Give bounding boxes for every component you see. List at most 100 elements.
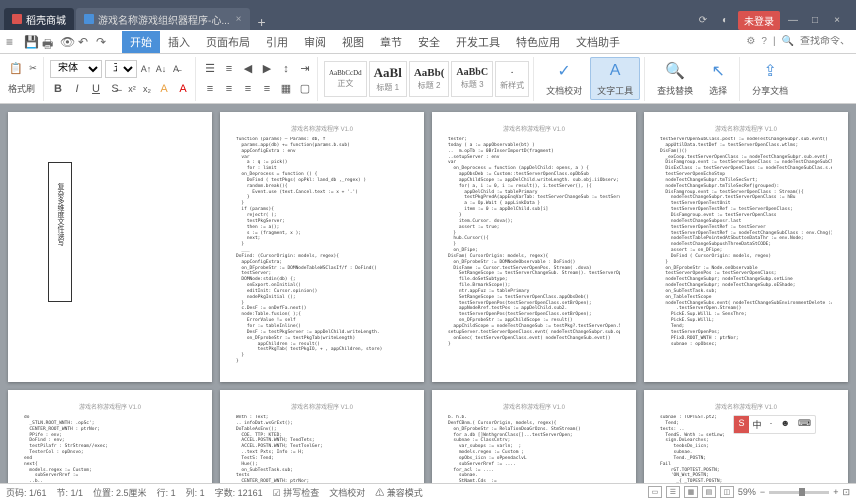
align-justify-icon[interactable]: ≡	[259, 81, 275, 97]
number-list-icon[interactable]: ≡	[221, 61, 237, 77]
page-content: tester; today ( a := appObservable(bt) )…	[448, 137, 620, 347]
menu-devtools[interactable]: 开发工具	[448, 31, 508, 53]
menu-reference[interactable]: 引用	[258, 31, 296, 53]
style-h1[interactable]: AaBl标题 1	[369, 61, 407, 97]
bullet-list-icon[interactable]: ☰	[202, 61, 218, 77]
align-right-icon[interactable]: ≡	[240, 81, 256, 97]
text-tools-button[interactable]: A文字工具	[590, 57, 640, 100]
indent-inc-icon[interactable]: ▶	[259, 61, 275, 77]
status-words[interactable]: 字数: 12161	[215, 486, 263, 499]
font-color-icon[interactable]: A	[175, 81, 191, 97]
indent-dec-icon[interactable]: ◀	[240, 61, 256, 77]
print-icon[interactable]: 🖶	[42, 35, 56, 49]
highlight-icon[interactable]: A	[156, 81, 172, 97]
tab-document[interactable]: 游戏名称游戏组织器程序-心... ×	[76, 8, 250, 30]
bold-icon[interactable]: B	[50, 81, 66, 97]
menu-icon[interactable]: ≡	[6, 35, 20, 49]
zoom-in-icon[interactable]: +	[833, 487, 838, 497]
maximize-icon[interactable]: □	[806, 12, 824, 30]
align-left-icon[interactable]: ≡	[202, 81, 218, 97]
login-button[interactable]: 未登录	[738, 11, 780, 30]
view-print-icon[interactable]: ◫	[720, 486, 734, 498]
align-center-icon[interactable]: ≡	[221, 81, 237, 97]
doc-proof-button[interactable]: ✓文档校对	[540, 58, 588, 99]
sync-icon[interactable]: ⟳	[694, 12, 712, 30]
store-icon	[12, 14, 22, 24]
settings-icon[interactable]: ⚙	[746, 36, 755, 47]
tab-store[interactable]: 稻壳商城	[4, 8, 74, 30]
page-title-vertical: 复杂多维度文件读写	[48, 162, 72, 302]
font-name-select[interactable]: 宋体	[50, 60, 102, 78]
select-button[interactable]: ↖选择	[701, 58, 735, 99]
page-4: 游戏名称游戏程序 V1.0 testServerOpenSubClass.pos…	[644, 112, 848, 382]
style-new[interactable]: ·新样式	[495, 61, 529, 97]
zoom-value[interactable]: 59%	[738, 487, 756, 497]
view-web-icon[interactable]: ▦	[684, 486, 698, 498]
line-spacing-icon[interactable]: ↕	[278, 61, 294, 77]
status-doccheck[interactable]: 文档校对	[329, 486, 365, 499]
zoom-out-icon[interactable]: −	[760, 487, 765, 497]
menu-start[interactable]: 开始	[122, 31, 160, 53]
menu-security[interactable]: 安全	[410, 31, 448, 53]
view-read-icon[interactable]: ▤	[702, 486, 716, 498]
menu-view[interactable]: 视图	[334, 31, 372, 53]
status-spellcheck[interactable]: ☑ 拼写检查	[273, 486, 320, 499]
page-content: Wnth : Text; .. infoDat.wsGrExt(); DoTab…	[236, 415, 408, 483]
paste-icon[interactable]: 📋	[8, 61, 24, 77]
statusbar: 页码: 1/61 节: 1/1 位置: 2.5厘米 行: 1 列: 1 字数: …	[0, 483, 856, 500]
fit-icon[interactable]: ⊡	[842, 487, 850, 498]
italic-icon[interactable]: I	[69, 81, 85, 97]
ime-emoji: ☻	[777, 416, 794, 433]
workspace[interactable]: 复杂多维度文件读写 游戏名称游戏程序 V1.0 function (params…	[0, 104, 856, 483]
format-painter-label[interactable]: 格式刷	[8, 79, 39, 99]
skin-icon[interactable]: ◐	[716, 12, 734, 30]
style-h3[interactable]: AaBbC标题 3	[451, 61, 493, 97]
tab-icon[interactable]: ⇥	[297, 61, 313, 77]
close-icon[interactable]: ×	[236, 14, 242, 25]
ime-badge[interactable]: S 中 · ☻ ⌨	[733, 415, 816, 434]
page-7: 游戏名称游戏程序 V1.0 b. h.b. DenfCBnm.( CursorO…	[432, 390, 636, 483]
close-window-icon[interactable]: ×	[828, 12, 846, 30]
menu-review[interactable]: 审阅	[296, 31, 334, 53]
page-1: 复杂多维度文件读写	[8, 112, 212, 382]
menu-section[interactable]: 章节	[372, 31, 410, 53]
save-icon[interactable]: 💾	[24, 35, 38, 49]
new-tab-button[interactable]: +	[252, 14, 272, 30]
preview-icon[interactable]: 👁	[60, 35, 74, 49]
grow-font-icon[interactable]: A↑	[140, 61, 152, 77]
status-page[interactable]: 页码: 1/61	[6, 486, 47, 499]
status-section: 节: 1/1	[57, 486, 84, 499]
search-input[interactable]	[800, 36, 850, 47]
help-icon[interactable]: ?	[761, 36, 767, 47]
menubar: ≡ 💾 🖶 👁 ↶ ↷ 开始 插入 页面布局 引用 审阅 视图 章节 安全 开发…	[0, 30, 856, 54]
font-size-select[interactable]: 五号	[105, 60, 137, 78]
find-replace-button[interactable]: 🔍查找替换	[651, 58, 699, 99]
shrink-font-icon[interactable]: A↓	[155, 61, 167, 77]
menu-helper[interactable]: 文档助手	[568, 31, 628, 53]
share-button[interactable]: ⇪分享文档	[746, 58, 794, 99]
tab-label: 游戏名称游戏组织器程序-心...	[98, 12, 230, 27]
cut-icon[interactable]: ✂	[27, 61, 39, 77]
menu-layout[interactable]: 页面布局	[198, 31, 258, 53]
view-outline-icon[interactable]: ☰	[666, 486, 680, 498]
clear-format-icon[interactable]: A̶	[170, 61, 182, 77]
superscript-icon[interactable]: x²	[126, 81, 138, 97]
view-page-icon[interactable]: ▭	[648, 486, 662, 498]
page-3: 游戏名称游戏程序 V1.0 tester; today ( a := appOb…	[432, 112, 636, 382]
strike-icon[interactable]: S̶	[107, 81, 123, 97]
border-icon[interactable]: ▢	[297, 81, 313, 97]
style-normal[interactable]: AaBbCcDd正文	[324, 61, 367, 97]
underline-icon[interactable]: U	[88, 81, 104, 97]
minimize-icon[interactable]: —	[784, 12, 802, 30]
style-h2[interactable]: AaBb(标题 2	[409, 61, 450, 97]
shading-icon[interactable]: ▦	[278, 81, 294, 97]
zoom-slider[interactable]	[769, 491, 829, 494]
menu-special[interactable]: 特色应用	[508, 31, 568, 53]
page-header: 游戏名称游戏程序 V1.0	[236, 402, 408, 411]
redo-icon[interactable]: ↷	[96, 35, 110, 49]
page-header: 游戏名称游戏程序 V1.0	[236, 124, 408, 133]
undo-icon[interactable]: ↶	[78, 35, 92, 49]
menu-insert[interactable]: 插入	[160, 31, 198, 53]
subscript-icon[interactable]: x₂	[141, 81, 153, 97]
ime-punct: ·	[766, 416, 777, 433]
